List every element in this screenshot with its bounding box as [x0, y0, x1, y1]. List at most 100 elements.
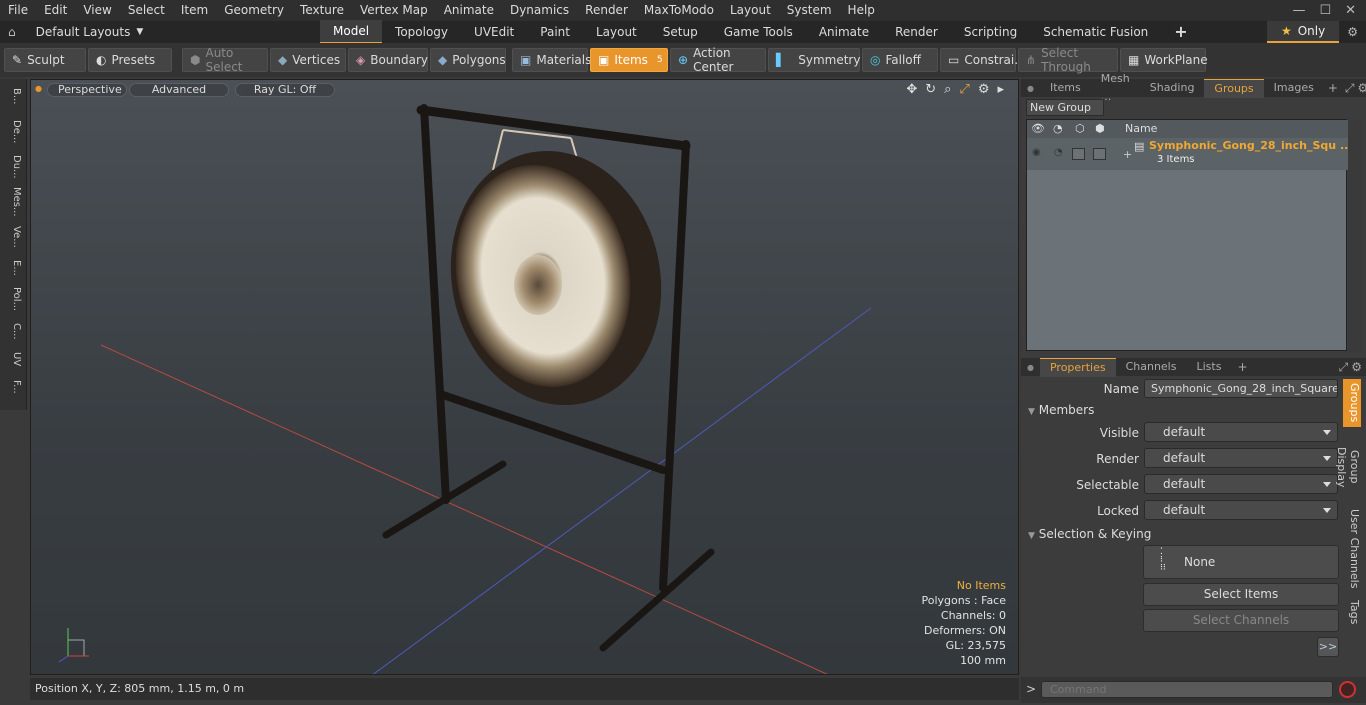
tab-scripting[interactable]: Scripting	[951, 21, 1030, 43]
render-dropdown[interactable]: default	[1144, 448, 1338, 468]
row-render-icon[interactable]: ◔	[1054, 147, 1063, 158]
group-list-scrollbar[interactable]	[1348, 120, 1362, 352]
selectable-dropdown[interactable]: default	[1144, 474, 1338, 494]
tab-groups[interactable]: Groups	[1204, 78, 1264, 98]
tab-render[interactable]: Render	[882, 21, 951, 43]
select-items-button[interactable]: Select Items	[1143, 583, 1339, 606]
action-center-button[interactable]: ⊕ Action Center	[670, 46, 766, 74]
tab-setup[interactable]: Setup	[650, 21, 711, 43]
close-icon[interactable]: ✕	[1345, 3, 1356, 18]
menu-file[interactable]: File	[0, 0, 36, 21]
tab-shading[interactable]: Shading	[1140, 79, 1205, 97]
tab-schematic-fusion[interactable]: Schematic Fusion	[1030, 21, 1161, 43]
falloff-button[interactable]: ◎ Falloff	[862, 48, 938, 72]
maximize-icon[interactable]: ☐	[1319, 3, 1331, 18]
select-through-button[interactable]: ⋔ Select Through	[1018, 46, 1118, 74]
presets-button[interactable]: ◐ Presets	[88, 48, 172, 72]
left-tab-uv[interactable]: UV	[0, 345, 27, 373]
menu-vertex-map[interactable]: Vertex Map	[352, 0, 436, 21]
tab-model[interactable]: Model	[320, 20, 383, 44]
menu-select[interactable]: Select	[120, 0, 173, 21]
more-button[interactable]: >>	[1317, 637, 1339, 657]
record-macro-icon[interactable]	[1339, 681, 1356, 698]
group-row[interactable]: ◉ ◔ + ▤ Symphonic_Gong_28_inch_Squ ... 3…	[1027, 138, 1352, 170]
expand-plus-icon[interactable]: +	[1123, 148, 1132, 161]
left-tab-polygon[interactable]: Pol...	[0, 282, 27, 317]
left-tab-curve[interactable]: C...	[0, 317, 27, 345]
panel-expand-icon[interactable]: ⤢	[1342, 81, 1358, 96]
add-props-tab-icon[interactable]: +	[1231, 360, 1253, 374]
row-select-checkbox[interactable]	[1072, 148, 1085, 160]
panel-menu-icon[interactable]: ●	[1021, 84, 1040, 93]
panel-gear-icon[interactable]: ⚙	[1358, 81, 1366, 95]
command-input[interactable]	[1041, 681, 1333, 698]
menu-texture[interactable]: Texture	[292, 0, 352, 21]
minimize-icon[interactable]: —	[1292, 3, 1305, 18]
items-button[interactable]: ▣ Items 5	[590, 48, 668, 72]
side-tab-group-display[interactable]: Group Display	[1335, 431, 1361, 503]
select-channels-button[interactable]: Select Channels	[1143, 609, 1339, 632]
new-group-button[interactable]: New Group	[1026, 99, 1104, 116]
members-section[interactable]: ▼ Members	[1028, 403, 1094, 417]
boundary-button[interactable]: ◈ Boundary	[348, 48, 428, 72]
menu-help[interactable]: Help	[840, 0, 883, 21]
menu-item[interactable]: Item	[173, 0, 216, 21]
tab-items[interactable]: Items	[1040, 79, 1091, 97]
locked-dropdown[interactable]: default	[1144, 500, 1338, 520]
only-toggle[interactable]: ★ Only	[1266, 21, 1340, 43]
constraints-button[interactable]: ▭ Constrai...	[940, 48, 1026, 72]
name-field[interactable]: Symphonic_Gong_28_inch_Square_St	[1144, 379, 1338, 398]
visible-dropdown[interactable]: default	[1144, 422, 1338, 442]
layouts-label: Default Layouts	[35, 25, 131, 39]
tab-paint[interactable]: Paint	[527, 21, 583, 43]
auto-select-button[interactable]: ⬢ Auto Select	[182, 46, 268, 74]
props-gear-icon[interactable]: ⚙	[1351, 360, 1366, 374]
left-tab-vertex[interactable]: Ve...	[0, 219, 27, 254]
menu-render[interactable]: Render	[577, 0, 636, 21]
tab-lists[interactable]: Lists	[1186, 358, 1231, 376]
side-tab-user-channels[interactable]: User Channels	[1343, 509, 1361, 589]
side-tab-tags[interactable]: Tags	[1343, 595, 1361, 629]
menu-view[interactable]: View	[75, 0, 119, 21]
menu-geometry[interactable]: Geometry	[216, 0, 292, 21]
sculpt-button[interactable]: ✎ Sculpt	[4, 48, 86, 72]
row-visibility-eye-icon[interactable]: ◉	[1032, 147, 1041, 158]
tab-uvedit[interactable]: UVEdit	[461, 21, 527, 43]
layout-home-icon[interactable]: ⌂	[8, 25, 16, 39]
tab-animate[interactable]: Animate	[806, 21, 882, 43]
left-tab-deform[interactable]: De...	[0, 114, 27, 149]
tab-properties[interactable]: Properties	[1039, 357, 1116, 377]
row-lock-checkbox[interactable]	[1093, 148, 1106, 160]
add-panel-tab-icon[interactable]: +	[1324, 81, 1342, 95]
3d-viewport[interactable]: ● Perspective Advanced Ray GL: Off ✥ ↻ ⌕…	[30, 79, 1019, 675]
menu-dynamics[interactable]: Dynamics	[502, 0, 577, 21]
props-menu-icon[interactable]: ●	[1021, 363, 1040, 372]
tab-layout[interactable]: Layout	[583, 21, 650, 43]
tab-images[interactable]: Images	[1264, 79, 1324, 97]
layouts-dropdown[interactable]: ⌂ Default Layouts ▼	[0, 25, 320, 39]
polygons-button[interactable]: ◆ Polygons	[430, 48, 506, 72]
vertices-button[interactable]: ◆Vertices1	[270, 48, 355, 72]
keying-none-button[interactable]: ⁚ ⁝ ⁝⁝ None	[1143, 545, 1339, 579]
menu-layout[interactable]: Layout	[722, 0, 779, 21]
tab-game-tools[interactable]: Game Tools	[711, 21, 806, 43]
tab-topology[interactable]: Topology	[382, 21, 461, 43]
materials-button[interactable]: ▣ Materials	[512, 48, 591, 72]
symmetry-button[interactable]: ▌ Symmetry	[768, 48, 860, 72]
props-expand-icon[interactable]: ⤢	[1336, 360, 1352, 375]
left-tab-duplicate[interactable]: Du...	[0, 149, 27, 184]
menu-maxtomodo[interactable]: MaxToModo	[636, 0, 722, 21]
add-tab-icon[interactable]: +	[1161, 21, 1200, 43]
menu-animate[interactable]: Animate	[436, 0, 502, 21]
settings-gear-icon[interactable]: ⚙	[1339, 25, 1366, 39]
menu-edit[interactable]: Edit	[36, 0, 75, 21]
left-tab-mesh-edit[interactable]: Mes...	[0, 184, 27, 219]
left-tab-fusion[interactable]: F...	[0, 373, 27, 401]
menu-system[interactable]: System	[779, 0, 840, 21]
left-tab-basic[interactable]: B...	[0, 79, 27, 114]
tab-channels[interactable]: Channels	[1116, 358, 1187, 376]
selection-keying-section[interactable]: ▼ Selection & Keying	[1028, 527, 1151, 541]
side-tab-groups[interactable]: Groups	[1343, 379, 1361, 427]
left-tab-edge[interactable]: E...	[0, 254, 27, 282]
workplane-button[interactable]: ▦ WorkPlane	[1120, 48, 1208, 72]
